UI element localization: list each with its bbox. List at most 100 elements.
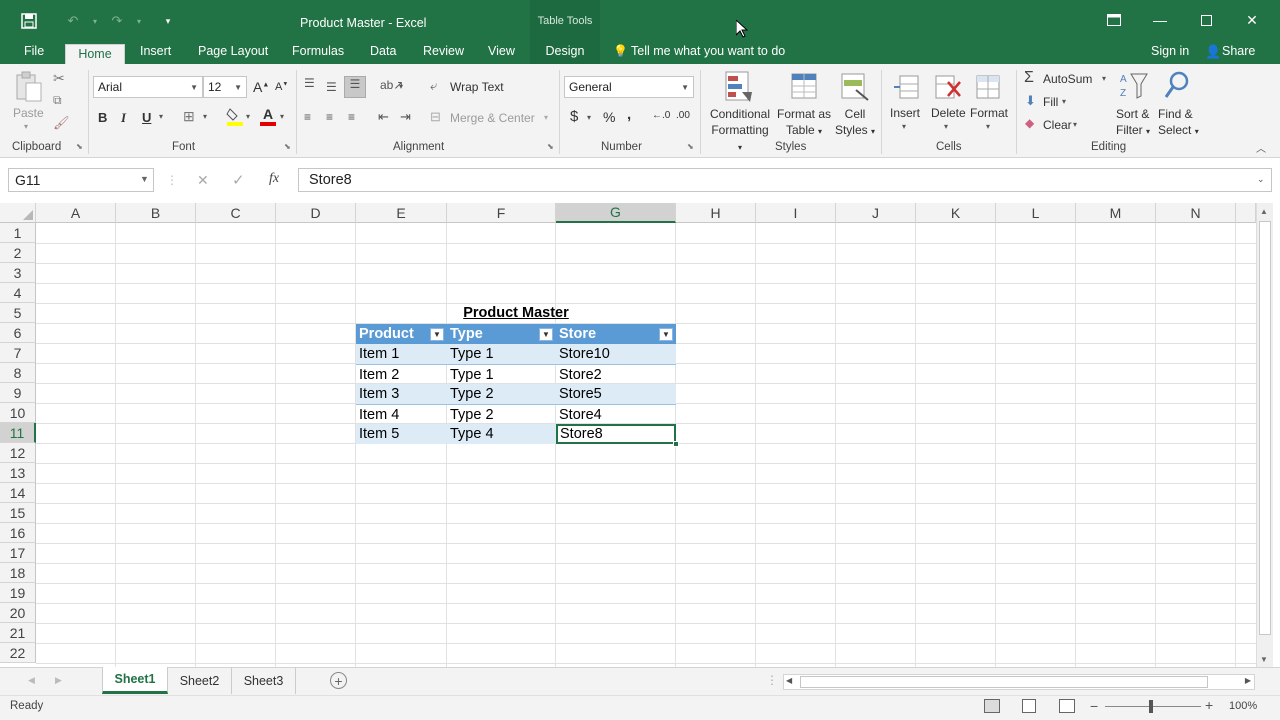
add-sheet-icon[interactable]: +	[330, 672, 347, 689]
font-size-combo[interactable]: 12 ▼	[203, 76, 247, 98]
sheet-tab-sheet2[interactable]: Sheet2	[168, 667, 232, 694]
column-header-n[interactable]: N	[1156, 203, 1236, 223]
page-break-view-icon[interactable]	[1059, 699, 1075, 713]
table-header-type[interactable]: Type ▼	[447, 324, 556, 344]
align-right-icon[interactable]: ≡	[348, 110, 355, 124]
sort-filter-button[interactable]: Sort & Filter ▾	[1116, 106, 1150, 140]
middle-align-icon[interactable]: ☰	[326, 80, 337, 94]
row-header[interactable]: 6	[0, 323, 36, 343]
save-icon[interactable]	[18, 10, 40, 32]
column-header-g[interactable]: G	[556, 203, 676, 223]
row-header[interactable]: 19	[0, 583, 36, 603]
clipboard-launcher-icon[interactable]: ⬊	[76, 142, 83, 151]
prev-sheet-icon[interactable]: ◀	[28, 675, 35, 686]
align-left-icon[interactable]: ≡	[304, 110, 311, 124]
currency-dropdown-icon[interactable]: ▾	[587, 113, 591, 122]
font-color-icon[interactable]: A	[259, 106, 277, 126]
table-cell[interactable]: Item 4	[356, 404, 447, 424]
italic-button[interactable]: I	[121, 110, 126, 126]
tab-insert[interactable]: Insert	[140, 44, 171, 64]
format-as-table-icon[interactable]	[790, 72, 820, 102]
row-header[interactable]: 13	[0, 463, 36, 483]
sign-in-link[interactable]: Sign in	[1151, 44, 1189, 64]
sheet-tab-sheet1[interactable]: Sheet1	[102, 667, 168, 694]
zoom-level[interactable]: 100%	[1229, 700, 1257, 712]
row-header[interactable]: 7	[0, 343, 36, 363]
row-header[interactable]: 12	[0, 443, 36, 463]
paste-icon[interactable]	[12, 70, 46, 104]
format-cells-button[interactable]: Format	[970, 106, 1008, 120]
scroll-down-icon[interactable]: ▼	[1260, 655, 1268, 664]
row-header[interactable]: 11	[0, 423, 36, 443]
row-header[interactable]: 21	[0, 623, 36, 643]
sheet-tab-sheet3[interactable]: Sheet3	[232, 667, 296, 694]
row-header[interactable]: 8	[0, 363, 36, 383]
font-launcher-icon[interactable]: ⬊	[284, 142, 291, 151]
tab-file[interactable]: File	[24, 44, 44, 64]
tab-design[interactable]: Design	[530, 42, 600, 64]
column-header-e[interactable]: E	[356, 203, 447, 223]
page-layout-view-icon[interactable]	[1022, 699, 1036, 713]
conditional-formatting-button[interactable]: Conditional Formatting ▾	[708, 106, 772, 156]
row-header[interactable]: 18	[0, 563, 36, 583]
alignment-launcher-icon[interactable]: ⬊	[547, 142, 554, 151]
row-header[interactable]: 14	[0, 483, 36, 503]
increase-decimal-button[interactable]: ←.0	[652, 110, 670, 121]
table-cell[interactable]: Item 2	[356, 364, 447, 384]
insert-cells-icon[interactable]	[892, 72, 920, 102]
redo-icon[interactable]: ↷	[106, 10, 128, 32]
table-cell[interactable]: Type 1	[447, 344, 556, 364]
table-cell[interactable]: Store4	[556, 404, 676, 424]
table-cell[interactable]: Store2	[556, 364, 676, 384]
borders-dropdown-icon[interactable]: ▾	[203, 112, 207, 121]
delete-cells-button[interactable]: Delete	[931, 106, 966, 120]
close-button[interactable]: ✕	[1229, 8, 1275, 32]
scroll-left-icon[interactable]: ◀	[786, 676, 792, 685]
wrap-text-button[interactable]: Wrap Text	[450, 80, 504, 94]
underline-dropdown-icon[interactable]: ▾	[159, 112, 163, 121]
conditional-formatting-icon[interactable]	[724, 70, 756, 104]
cell-styles-button[interactable]: Cell Styles ▾	[834, 106, 876, 140]
delete-dropdown-icon[interactable]: ▾	[944, 122, 948, 131]
align-center-icon[interactable]: ≡	[326, 110, 333, 124]
paste-label[interactable]: Paste	[13, 106, 44, 120]
vertical-scrollbar[interactable]: ▲ ▼	[1256, 203, 1273, 667]
filter-dropdown-icon[interactable]: ▼	[539, 328, 553, 341]
borders-icon[interactable]: ⊞	[183, 108, 195, 125]
table-header-store[interactable]: Store ▼	[556, 324, 676, 344]
insert-dropdown-icon[interactable]: ▾	[902, 122, 906, 131]
bold-button[interactable]: B	[98, 110, 107, 125]
number-launcher-icon[interactable]: ⬊	[687, 142, 694, 151]
name-box-dropdown-icon[interactable]: ▼	[140, 174, 149, 184]
scroll-thumb[interactable]	[1259, 221, 1271, 635]
table-cell[interactable]: Item 1	[356, 344, 447, 364]
tab-home[interactable]: Home	[65, 44, 125, 65]
ribbon-display-options-icon[interactable]	[1091, 8, 1137, 32]
row-header[interactable]: 15	[0, 503, 36, 523]
redo-dropdown-icon[interactable]: ▾	[128, 10, 150, 32]
sheet-title-cell[interactable]: Product Master	[356, 303, 676, 323]
column-header-m[interactable]: M	[1076, 203, 1156, 223]
clear-dropdown-icon[interactable]: ▾	[1073, 120, 1077, 129]
autosum-dropdown-icon[interactable]: ▾	[1102, 74, 1106, 83]
comma-button[interactable]: ,	[627, 106, 631, 123]
table-cell[interactable]: Store5	[556, 384, 676, 404]
filter-dropdown-icon[interactable]: ▼	[430, 328, 444, 341]
undo-dropdown-icon[interactable]: ▾	[84, 10, 106, 32]
tab-review[interactable]: Review	[423, 44, 464, 64]
insert-function-icon[interactable]: fx	[269, 171, 279, 187]
row-header[interactable]: 2	[0, 243, 36, 263]
fill-handle[interactable]	[673, 441, 679, 447]
column-header-overflow[interactable]	[1236, 203, 1256, 223]
row-header[interactable]: 16	[0, 523, 36, 543]
normal-view-icon[interactable]	[984, 699, 1000, 713]
column-header-b[interactable]: B	[116, 203, 196, 223]
table-cell[interactable]: Type 4	[447, 424, 556, 444]
table-cell[interactable]: Type 2	[447, 384, 556, 404]
font-name-combo[interactable]: Arial ▼	[93, 76, 203, 98]
increase-indent-icon[interactable]: ⇥	[400, 109, 411, 125]
row-header[interactable]: 17	[0, 543, 36, 563]
underline-button[interactable]: U	[142, 110, 151, 125]
format-dropdown-icon[interactable]: ▾	[986, 122, 990, 131]
tab-split-grip-icon[interactable]: ⋮	[766, 673, 778, 687]
